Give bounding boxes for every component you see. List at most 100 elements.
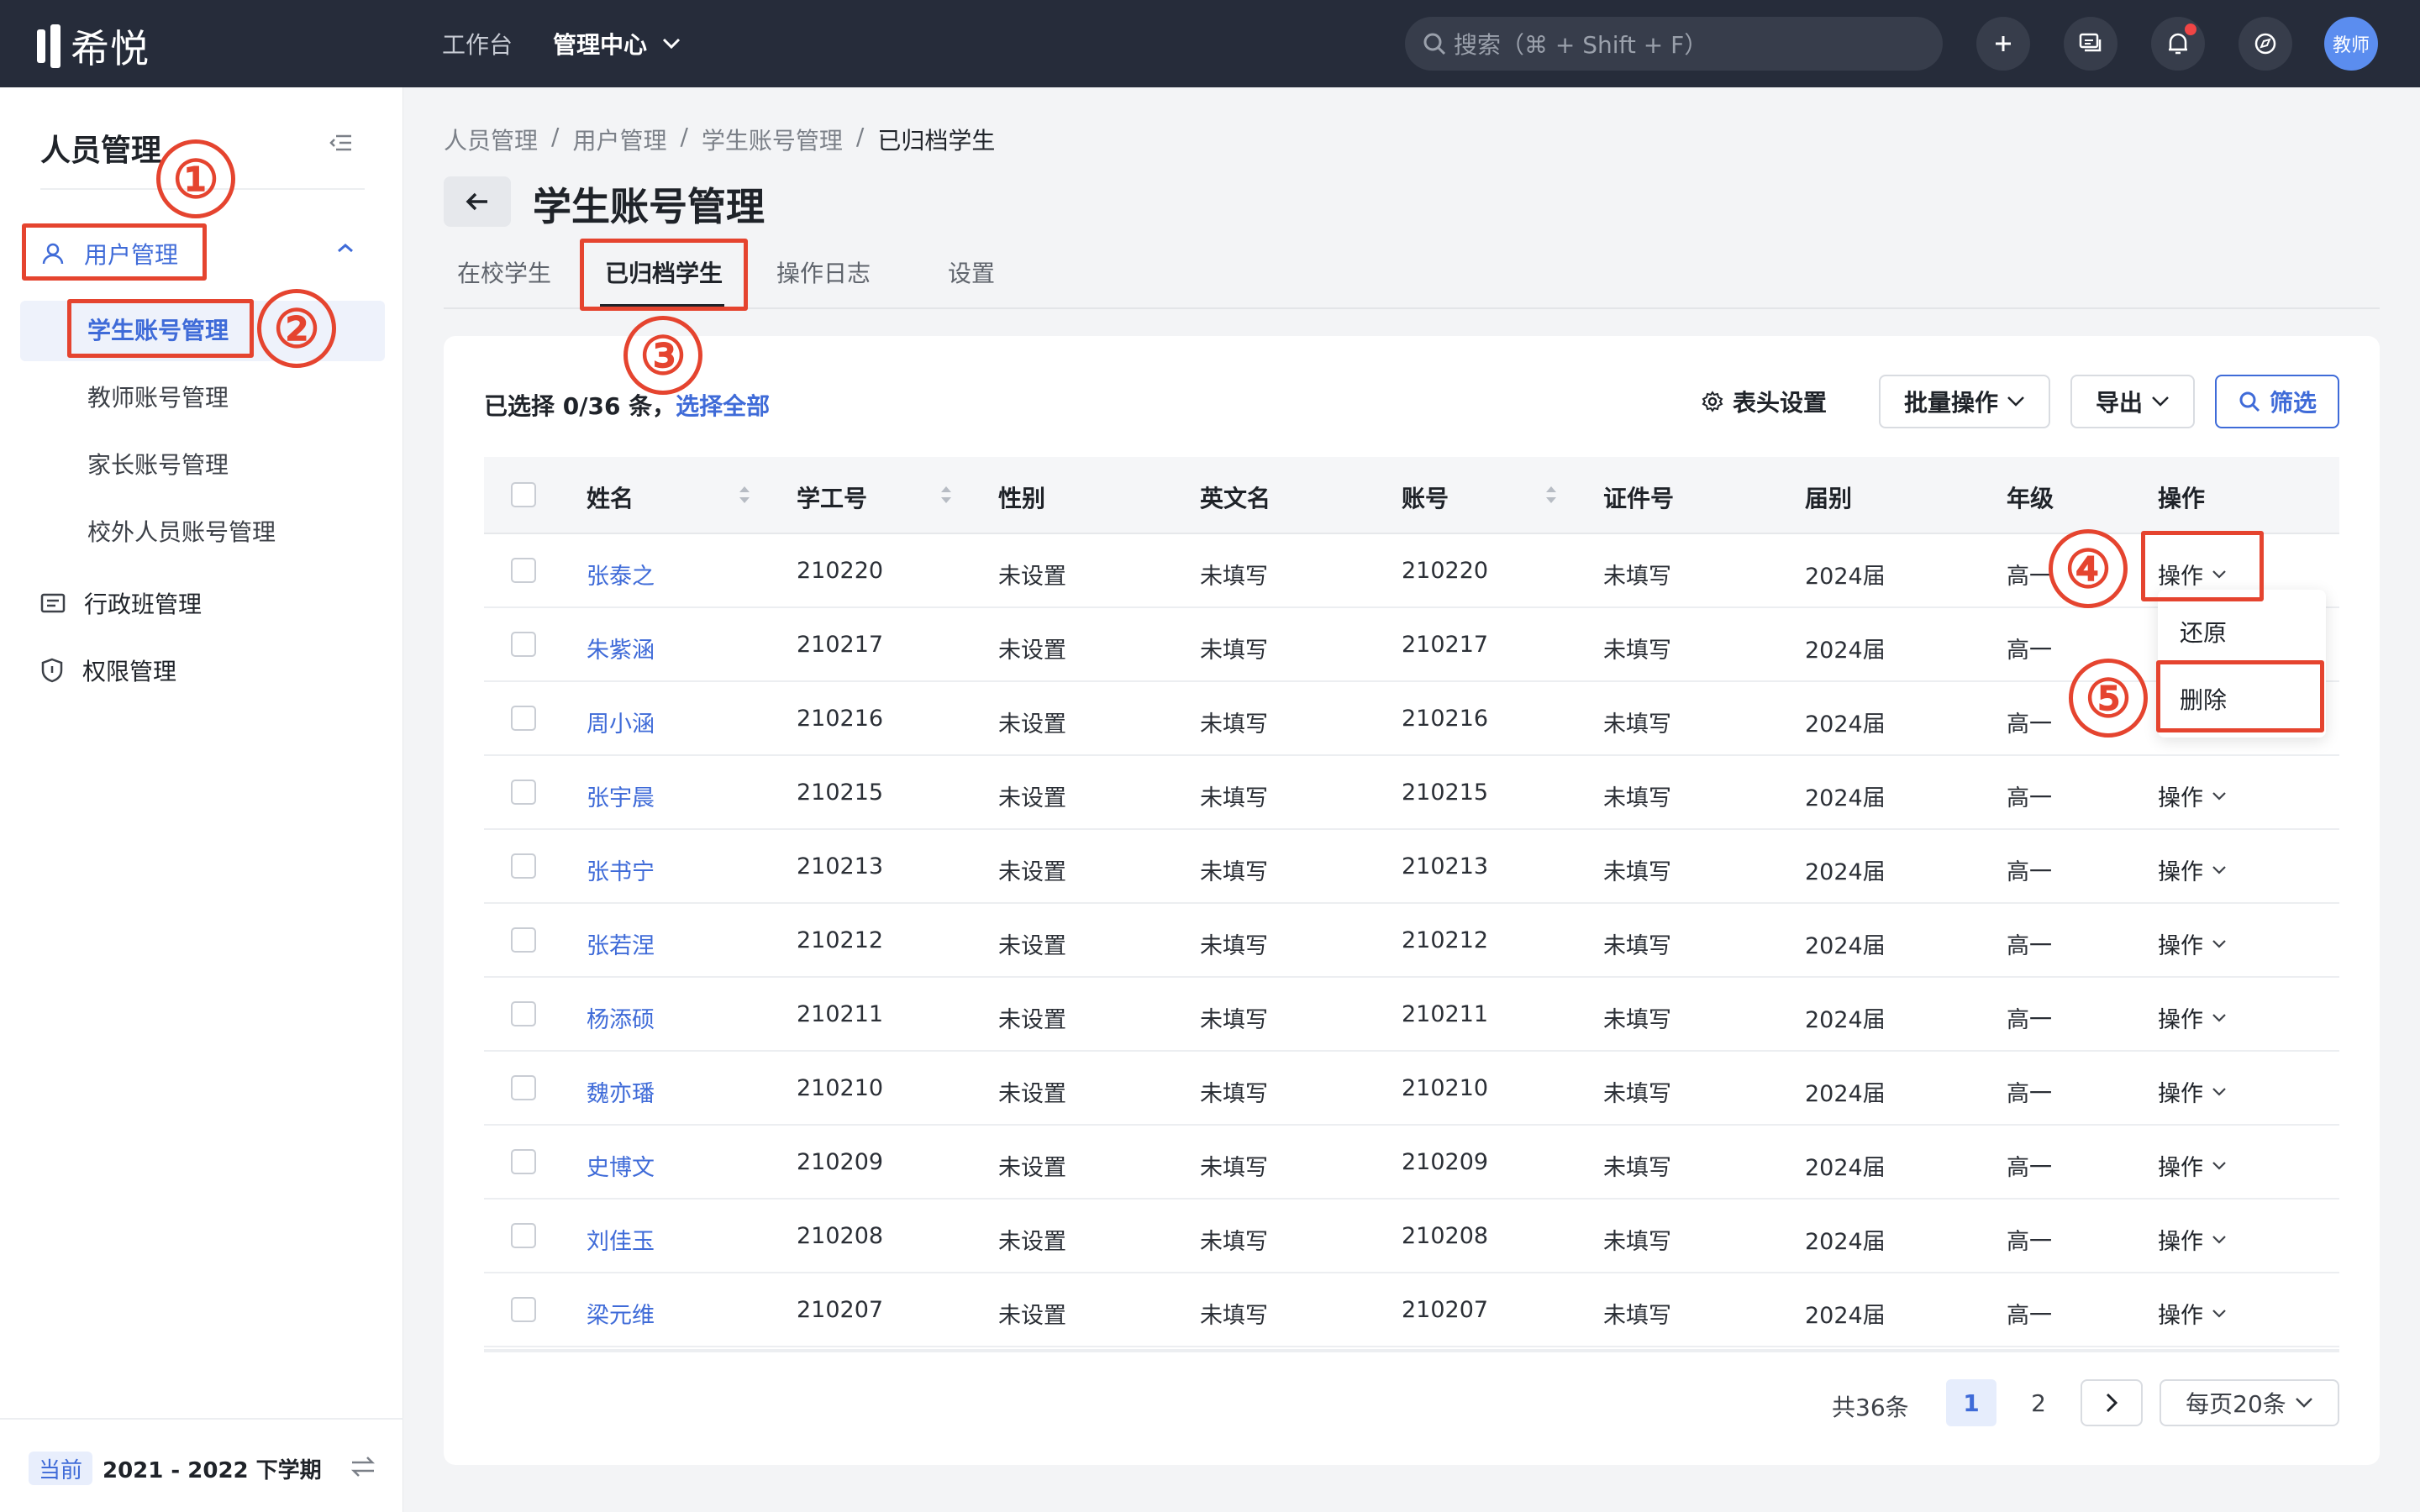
cell-grade: 高一 xyxy=(2007,1155,2052,1181)
sort-icon[interactable] xyxy=(1544,482,1558,507)
sidebar-group-label: 权限管理 xyxy=(82,658,177,685)
select-all-checkbox[interactable] xyxy=(511,482,536,507)
cell-name[interactable]: 朱紫涵 xyxy=(587,632,655,664)
cell-name[interactable]: 张书宁 xyxy=(587,853,655,886)
arrow-left-icon xyxy=(466,192,487,211)
cell-id-card: 未填写 xyxy=(1603,638,1671,664)
messages-button[interactable] xyxy=(2064,17,2118,71)
sidebar-item-external-accounts[interactable]: 校外人员账号管理 xyxy=(87,514,276,548)
global-search-input[interactable]: 搜索（⌘ + Shift + F） xyxy=(1405,17,1943,71)
column-header-actions: 操作 xyxy=(2158,485,2206,512)
row-action-button[interactable]: 操作 xyxy=(2158,1149,2227,1182)
search-icon xyxy=(1423,33,1446,55)
row-action-button[interactable]: 操作 xyxy=(2158,1223,2227,1256)
cell-name[interactable]: 魏亦璠 xyxy=(587,1075,655,1108)
back-button[interactable] xyxy=(444,176,511,227)
row-action-button[interactable]: 操作 xyxy=(2158,1297,2227,1330)
row-checkbox[interactable] xyxy=(511,927,536,953)
row-checkbox[interactable] xyxy=(511,632,536,657)
cell-name[interactable]: 史博文 xyxy=(587,1149,655,1182)
row-checkbox[interactable] xyxy=(511,780,536,805)
nav-admin-center-label: 管理中心 xyxy=(553,31,648,59)
row-checkbox[interactable] xyxy=(511,1223,536,1248)
cell-english-name: 未填写 xyxy=(1200,638,1268,664)
page-button-1[interactable]: 1 xyxy=(1946,1379,1996,1426)
chat-icon xyxy=(2079,33,2102,52)
row-action-button[interactable]: 操作 xyxy=(2158,1001,2227,1034)
sort-icon[interactable] xyxy=(738,482,751,507)
cell-name[interactable]: 梁元维 xyxy=(587,1297,655,1330)
row-checkbox[interactable] xyxy=(511,1075,536,1100)
cell-account: 210210 xyxy=(1402,1075,1489,1101)
row-action-button[interactable]: 操作 xyxy=(2158,927,2227,960)
cell-name[interactable]: 张泰之 xyxy=(587,558,655,591)
sort-icon[interactable] xyxy=(939,482,953,507)
row-checkbox[interactable] xyxy=(511,1001,536,1026)
shield-icon xyxy=(41,658,63,683)
batch-actions-button[interactable]: 批量操作 xyxy=(1879,375,2050,428)
swap-icon[interactable] xyxy=(350,1455,376,1478)
sidebar-item-parent-accounts[interactable]: 家长账号管理 xyxy=(87,447,229,480)
sidebar-item-teacher-accounts[interactable]: 教师账号管理 xyxy=(87,380,229,413)
cell-id-card: 未填写 xyxy=(1603,711,1671,738)
pagination-total: 共36条 xyxy=(1832,1394,1909,1421)
cell-english-name: 未填写 xyxy=(1200,785,1268,811)
export-button[interactable]: 导出 xyxy=(2070,375,2195,428)
row-action-button[interactable]: 操作 xyxy=(2158,780,2227,812)
tab-settings[interactable]: 设置 xyxy=(948,255,995,289)
cell-name[interactable]: 张宇晨 xyxy=(587,780,655,812)
row-action-button[interactable]: 操作 xyxy=(2158,853,2227,886)
chevron-down-icon xyxy=(2152,396,2169,407)
filter-button[interactable]: 筛选 xyxy=(2215,375,2339,428)
app-center-button[interactable] xyxy=(2238,17,2292,71)
column-header-id[interactable]: 学工号 xyxy=(797,480,867,514)
notifications-button[interactable] xyxy=(2151,17,2205,71)
cell-account: 210209 xyxy=(1402,1149,1489,1175)
cell-student-id: 210220 xyxy=(797,558,884,584)
next-page-button[interactable] xyxy=(2081,1379,2143,1426)
chevron-down-icon xyxy=(2212,1161,2226,1170)
nav-admin-center[interactable]: 管理中心 xyxy=(553,0,681,87)
column-header-account[interactable]: 账号 xyxy=(1402,480,1449,514)
export-label: 导出 xyxy=(2095,389,2143,417)
row-checkbox[interactable] xyxy=(511,853,536,879)
row-checkbox[interactable] xyxy=(511,1149,536,1174)
cell-name[interactable]: 刘佳玉 xyxy=(587,1223,655,1256)
avatar[interactable]: 教师 xyxy=(2324,17,2378,71)
cell-name[interactable]: 周小涵 xyxy=(587,706,655,738)
cell-cohort: 2024届 xyxy=(1805,1007,1886,1033)
table-bottom-border xyxy=(484,1349,2339,1352)
highlight-box-user-management xyxy=(22,223,207,281)
cell-name[interactable]: 杨添硕 xyxy=(587,1001,655,1034)
nav-workbench[interactable]: 工作台 xyxy=(442,0,513,87)
cell-english-name: 未填写 xyxy=(1200,1007,1268,1033)
cell-gender: 未设置 xyxy=(998,1081,1066,1107)
cell-account: 210216 xyxy=(1402,706,1489,732)
add-button[interactable] xyxy=(1976,17,2030,71)
column-header-name[interactable]: 姓名 xyxy=(587,480,634,514)
row-checkbox[interactable] xyxy=(511,558,536,583)
page-button-2[interactable]: 2 xyxy=(2013,1379,2064,1426)
cell-grade: 高一 xyxy=(2007,1303,2052,1329)
row-checkbox[interactable] xyxy=(511,706,536,731)
logo[interactable]: 希悦 xyxy=(37,18,150,74)
tab-operation-log[interactable]: 操作日志 xyxy=(776,255,871,289)
select-all-link[interactable]: 选择全部 xyxy=(676,392,770,420)
chevron-up-icon[interactable] xyxy=(336,242,355,254)
cell-student-id: 210208 xyxy=(797,1223,884,1249)
breadcrumb-item[interactable]: 人员管理 xyxy=(444,123,538,156)
header-settings-button[interactable]: 表头设置 xyxy=(1701,375,1827,428)
menu-item-restore[interactable]: 还原 xyxy=(2180,615,2227,648)
breadcrumb-item[interactable]: 用户管理 xyxy=(572,123,666,156)
sidebar-group-permissions[interactable]: 权限管理 xyxy=(40,654,176,687)
collapse-sidebar-icon[interactable] xyxy=(329,133,353,153)
cell-name[interactable]: 张若涅 xyxy=(587,927,655,960)
cell-grade: 高一 xyxy=(2007,711,2052,738)
row-checkbox[interactable] xyxy=(511,1297,536,1322)
page-size-select[interactable]: 每页20条 xyxy=(2160,1379,2339,1426)
row-action-button[interactable]: 操作 xyxy=(2158,1075,2227,1108)
cell-account: 210213 xyxy=(1402,853,1489,879)
breadcrumb-item[interactable]: 学生账号管理 xyxy=(702,123,843,156)
tab-active-students[interactable]: 在校学生 xyxy=(457,255,551,289)
sidebar-group-class-management[interactable]: 行政班管理 xyxy=(40,586,202,620)
